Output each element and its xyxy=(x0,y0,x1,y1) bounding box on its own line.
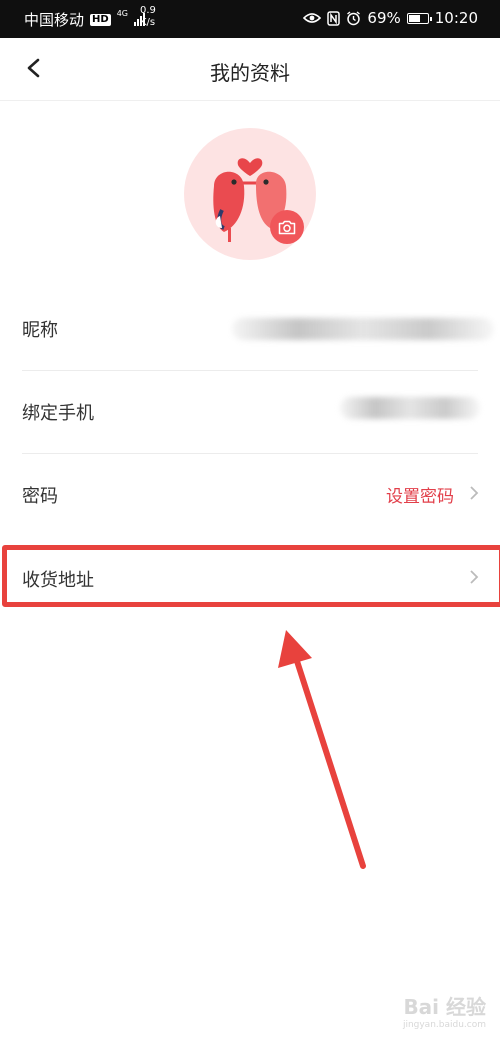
status-bar: 中国移动 HD 4G 0.9 K/s 69% 10:20 xyxy=(0,0,500,38)
nfc-icon xyxy=(327,10,341,26)
network-speed: 0.9 K/s xyxy=(140,5,156,29)
network-type: 4G xyxy=(116,9,128,18)
password-label: 密码 xyxy=(22,486,58,507)
clock: 10:20 xyxy=(434,9,478,27)
speed-unit: K/s xyxy=(140,17,156,28)
page-title: 我的资料 xyxy=(210,61,290,85)
chevron-right-icon xyxy=(470,486,479,500)
eye-icon xyxy=(303,13,322,23)
watermark: Bai 经验 jingyan.baidu.com xyxy=(403,991,486,1030)
row-nickname[interactable]: 昵称 xyxy=(0,288,500,370)
change-avatar-button[interactable] xyxy=(270,210,304,244)
watermark-main: Bai 经验 xyxy=(403,995,486,1019)
battery-percent: 69% xyxy=(367,9,401,27)
carrier-name: 中国移动 xyxy=(24,11,85,29)
phone-value-redacted xyxy=(340,397,480,419)
battery-icon xyxy=(406,12,432,24)
nickname-label: 昵称 xyxy=(22,320,58,341)
hd-badge: HD xyxy=(90,13,111,26)
navigation-bar: 我的资料 xyxy=(0,38,500,101)
set-password-link[interactable]: 设置密码 xyxy=(386,482,454,507)
camera-icon xyxy=(278,220,296,234)
bound-phone-label: 绑定手机 xyxy=(22,403,94,424)
row-password[interactable]: 密码 设置密码 xyxy=(0,454,500,536)
alarm-icon xyxy=(347,10,361,25)
nickname-value-redacted xyxy=(232,318,494,340)
watermark-sub: jingyan.baidu.com xyxy=(402,1020,486,1030)
highlight-box xyxy=(2,545,500,607)
speed-value: 0.9 xyxy=(140,5,156,16)
row-bound-phone[interactable]: 绑定手机 xyxy=(0,371,500,453)
